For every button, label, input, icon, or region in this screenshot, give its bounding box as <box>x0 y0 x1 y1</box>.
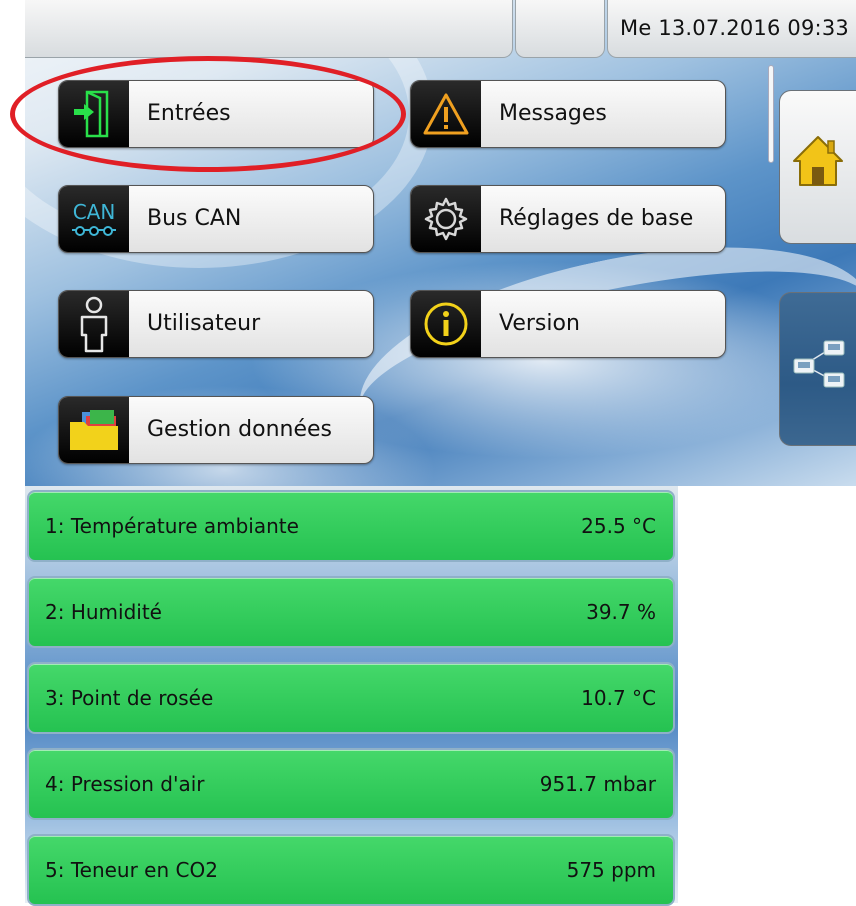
gestion-donnees-label: Gestion données <box>147 417 333 442</box>
version-button[interactable]: Version <box>410 290 726 358</box>
sensor-row-3[interactable]: 3: Point de rosée 10.7 °C <box>27 662 675 734</box>
info-icon <box>411 291 481 357</box>
sensor-name: 5: Teneur en CO2 <box>45 858 218 882</box>
date-time-display: Me 13.07.2016 09:33 <box>620 16 849 40</box>
version-label: Version <box>499 311 580 336</box>
reglages-de-base-button[interactable]: Réglages de base <box>410 185 726 253</box>
gear-icon <box>411 186 481 252</box>
reglages-de-base-label: Réglages de base <box>499 206 694 231</box>
network-devices-icon <box>790 337 850 397</box>
can-bus-icon: CAN <box>59 186 129 252</box>
gestion-donnees-button[interactable]: Gestion données <box>58 396 374 464</box>
sensor-value: 951.7 mbar <box>539 772 656 796</box>
folder-icon <box>59 397 129 463</box>
sensor-value: 10.7 °C <box>581 686 656 710</box>
home-button[interactable] <box>779 90 856 244</box>
messages-button[interactable]: Messages <box>410 80 726 148</box>
home-icon <box>792 135 844 193</box>
network-button[interactable] <box>779 292 856 446</box>
sensor-row-2[interactable]: 2: Humidité 39.7 % <box>27 576 675 648</box>
sensor-row-1[interactable]: 1: Température ambiante 25.5 °C <box>27 490 675 562</box>
messages-label: Messages <box>499 101 607 126</box>
sensor-name: 2: Humidité <box>45 600 162 624</box>
sensor-value: 39.7 % <box>586 600 656 624</box>
header-segment-left <box>25 0 513 58</box>
entrees-label: Entrées <box>147 101 231 126</box>
scrollbar[interactable] <box>768 65 774 163</box>
sensor-name: 3: Point de rosée <box>45 686 214 710</box>
sensor-name: 1: Température ambiante <box>45 514 299 538</box>
bus-can-button[interactable]: CAN Bus CAN <box>58 185 374 253</box>
sensor-row-5[interactable]: 5: Teneur en CO2 575 ppm <box>27 834 675 906</box>
can-icon-text: CAN <box>72 200 116 224</box>
bus-can-label: Bus CAN <box>147 206 242 231</box>
entry-door-icon <box>59 81 129 147</box>
user-icon <box>59 291 129 357</box>
entrees-button[interactable]: Entrées <box>58 80 374 148</box>
sensor-row-4[interactable]: 4: Pression d'air 951.7 mbar <box>27 748 675 820</box>
utilisateur-button[interactable]: Utilisateur <box>58 290 374 358</box>
sensor-name: 4: Pression d'air <box>45 772 205 796</box>
sensor-value: 575 ppm <box>566 858 656 882</box>
sensor-value: 25.5 °C <box>581 514 656 538</box>
utilisateur-label: Utilisateur <box>147 311 261 336</box>
header-segment-middle[interactable] <box>515 0 605 58</box>
warning-icon <box>411 81 481 147</box>
